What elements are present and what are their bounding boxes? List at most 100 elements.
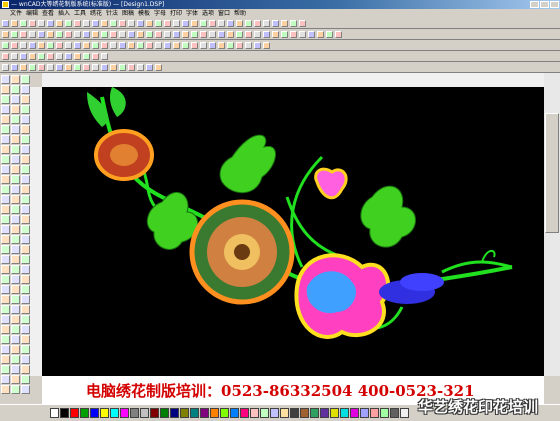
tool-button[interactable] bbox=[11, 315, 20, 324]
color-swatch[interactable] bbox=[180, 408, 189, 418]
toolbar-button[interactable] bbox=[38, 42, 45, 49]
tool-button[interactable] bbox=[1, 195, 10, 204]
tool-button[interactable] bbox=[21, 145, 30, 154]
color-swatch[interactable] bbox=[380, 408, 389, 418]
toolbar-button[interactable] bbox=[155, 31, 162, 38]
tool-button[interactable] bbox=[21, 135, 30, 144]
toolbar-button[interactable] bbox=[110, 20, 117, 27]
color-swatch[interactable] bbox=[270, 408, 279, 418]
menu-item-image[interactable]: 图稿 bbox=[122, 9, 134, 18]
color-swatch[interactable] bbox=[160, 408, 169, 418]
design-canvas[interactable] bbox=[42, 87, 544, 376]
toolbar-button[interactable] bbox=[245, 31, 252, 38]
menu-item-edit[interactable]: 编辑 bbox=[26, 9, 38, 18]
color-swatch[interactable] bbox=[300, 408, 309, 418]
toolbar-button[interactable] bbox=[173, 42, 180, 49]
tool-button[interactable] bbox=[1, 355, 10, 364]
menu-item-letters[interactable]: 字母 bbox=[154, 9, 166, 18]
menu-item-options[interactable]: 选项 bbox=[202, 9, 214, 18]
tool-button[interactable] bbox=[11, 385, 20, 394]
toolbar-button[interactable] bbox=[254, 31, 261, 38]
toolbar-button[interactable] bbox=[200, 20, 207, 27]
menu-item-template[interactable]: 模板 bbox=[138, 9, 150, 18]
tool-button[interactable] bbox=[1, 255, 10, 264]
close-icon[interactable] bbox=[550, 1, 559, 8]
toolbar-button[interactable] bbox=[2, 20, 9, 27]
toolbar-button[interactable] bbox=[317, 31, 324, 38]
toolbar-button[interactable] bbox=[281, 20, 288, 27]
tool-button[interactable] bbox=[11, 235, 20, 244]
toolbar-button[interactable] bbox=[47, 53, 54, 60]
menu-item-stitch[interactable]: 针法 bbox=[106, 9, 118, 18]
toolbar-button[interactable] bbox=[92, 20, 99, 27]
toolbar-button[interactable] bbox=[47, 20, 54, 27]
tool-button[interactable] bbox=[11, 255, 20, 264]
color-swatch[interactable] bbox=[200, 408, 209, 418]
tool-button[interactable] bbox=[21, 125, 30, 134]
tool-button[interactable] bbox=[21, 115, 30, 124]
color-swatch[interactable] bbox=[360, 408, 369, 418]
color-swatch[interactable] bbox=[190, 408, 199, 418]
toolbar-button[interactable] bbox=[29, 31, 36, 38]
toolbar-button[interactable] bbox=[56, 42, 63, 49]
tool-button[interactable] bbox=[11, 295, 20, 304]
toolbar-button[interactable] bbox=[92, 64, 99, 71]
toolbar-button[interactable] bbox=[173, 31, 180, 38]
tool-button[interactable] bbox=[11, 265, 20, 274]
color-swatch[interactable] bbox=[170, 408, 179, 418]
tool-button[interactable] bbox=[1, 315, 10, 324]
tool-button[interactable] bbox=[21, 295, 30, 304]
tool-button[interactable] bbox=[11, 225, 20, 234]
toolbar-button[interactable] bbox=[2, 64, 9, 71]
tool-button[interactable] bbox=[1, 175, 10, 184]
toolbar-button[interactable] bbox=[272, 31, 279, 38]
color-swatch[interactable] bbox=[150, 408, 159, 418]
toolbar-button[interactable] bbox=[65, 31, 72, 38]
color-swatch[interactable] bbox=[90, 408, 99, 418]
tool-button[interactable] bbox=[21, 355, 30, 364]
toolbar-button[interactable] bbox=[2, 31, 9, 38]
toolbar-button[interactable] bbox=[182, 31, 189, 38]
toolbar-button[interactable] bbox=[20, 64, 27, 71]
toolbar-button[interactable] bbox=[209, 31, 216, 38]
toolbar-button[interactable] bbox=[227, 20, 234, 27]
toolbar-button[interactable] bbox=[245, 42, 252, 49]
color-swatch[interactable] bbox=[350, 408, 359, 418]
toolbar-button[interactable] bbox=[92, 31, 99, 38]
tool-button[interactable] bbox=[1, 305, 10, 314]
tool-button[interactable] bbox=[21, 345, 30, 354]
toolbar-button[interactable] bbox=[209, 20, 216, 27]
color-swatch[interactable] bbox=[220, 408, 229, 418]
toolbar-button[interactable] bbox=[56, 64, 63, 71]
menu-item-view[interactable]: 查看 bbox=[42, 9, 54, 18]
toolbar-button[interactable] bbox=[101, 20, 108, 27]
toolbar-button[interactable] bbox=[119, 20, 126, 27]
tool-button[interactable] bbox=[21, 105, 30, 114]
tool-button[interactable] bbox=[11, 325, 20, 334]
toolbar-button[interactable] bbox=[263, 20, 270, 27]
toolbar-button[interactable] bbox=[128, 42, 135, 49]
toolbar-button[interactable] bbox=[227, 42, 234, 49]
tool-button[interactable] bbox=[1, 335, 10, 344]
toolbar-button[interactable] bbox=[29, 53, 36, 60]
tool-button[interactable] bbox=[1, 135, 10, 144]
tool-button[interactable] bbox=[11, 135, 20, 144]
color-swatch[interactable] bbox=[250, 408, 259, 418]
tool-button[interactable] bbox=[21, 235, 30, 244]
tool-button[interactable] bbox=[1, 125, 10, 134]
tool-button[interactable] bbox=[11, 375, 20, 384]
toolbar-button[interactable] bbox=[290, 20, 297, 27]
toolbar-button[interactable] bbox=[38, 64, 45, 71]
color-swatch[interactable] bbox=[400, 408, 409, 418]
color-swatch[interactable] bbox=[50, 408, 59, 418]
toolbar-button[interactable] bbox=[29, 42, 36, 49]
tool-button[interactable] bbox=[11, 245, 20, 254]
tool-button[interactable] bbox=[11, 285, 20, 294]
tool-button[interactable] bbox=[11, 105, 20, 114]
toolbar-button[interactable] bbox=[20, 53, 27, 60]
tool-button[interactable] bbox=[21, 245, 30, 254]
toolbar-button[interactable] bbox=[11, 42, 18, 49]
toolbar-button[interactable] bbox=[83, 42, 90, 49]
toolbar-button[interactable] bbox=[65, 53, 72, 60]
tool-button[interactable] bbox=[21, 375, 30, 384]
